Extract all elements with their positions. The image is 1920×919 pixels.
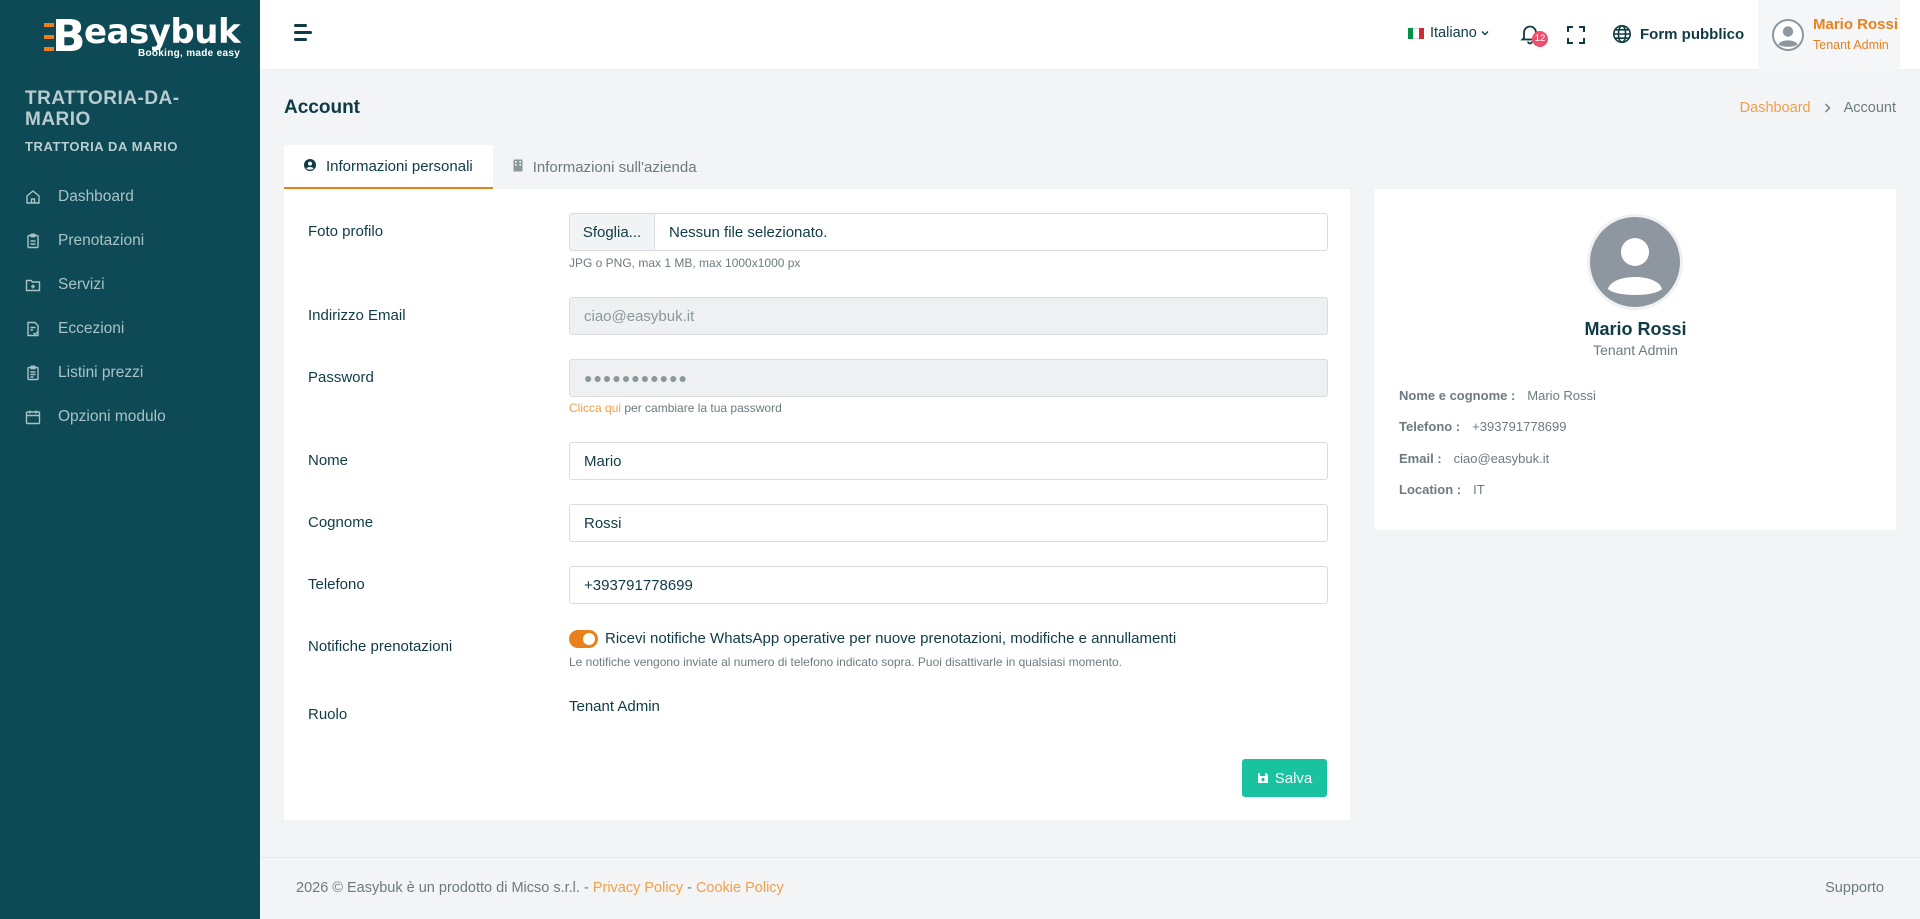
document-check-icon <box>25 321 41 337</box>
public-form-link[interactable]: Form pubblico <box>1612 24 1744 44</box>
tab-informazioni-personali[interactable]: Informazioni personali <box>284 145 493 189</box>
floppy-disk-icon <box>1257 773 1268 783</box>
sidebar-item-prenotazioni[interactable]: Prenotazioni <box>0 219 260 263</box>
toggle-label: Ricevi notifiche WhatsApp operative per … <box>605 630 1177 647</box>
public-form-label: Form pubblico <box>1640 25 1745 43</box>
profile-avatar <box>1587 214 1683 310</box>
account-tabs: Informazioni personali Informazioni sull… <box>284 145 717 189</box>
fullscreen-icon[interactable] <box>1566 25 1586 45</box>
clipboard-list-icon <box>25 365 41 381</box>
sidebar-item-dashboard[interactable]: Dashboard <box>0 175 260 219</box>
first-name-field[interactable]: Mario <box>569 442 1328 480</box>
user-role: Tenant Admin <box>1813 38 1889 52</box>
support-link[interactable]: Supporto <box>1825 880 1884 896</box>
password-field: ●●●●●●●●●●● <box>569 359 1328 397</box>
logo[interactable]: B easybuk Booking, made easy <box>44 12 241 59</box>
building-icon <box>513 159 523 176</box>
profile-row: Nome e cognome : Mario Rossi <box>1399 388 1596 403</box>
globe-icon <box>1613 25 1631 43</box>
avatar <box>1772 19 1804 51</box>
whatsapp-notifications-toggle[interactable] <box>569 630 598 648</box>
top-header: Italiano 12 Form pubblico Mario Rossi Te… <box>260 0 1920 70</box>
photo-file-input[interactable]: Sfoglia... Nessun file selezionato. <box>569 213 1328 251</box>
save-label: Salva <box>1274 769 1313 787</box>
breadcrumb-dashboard-link[interactable]: Dashboard <box>1740 100 1811 116</box>
breadcrumb: Dashboard Account <box>1740 100 1896 116</box>
language-selector[interactable]: Italiano <box>1408 25 1489 41</box>
phone-field[interactable]: +393791778699 <box>569 566 1328 604</box>
sidebar-nav: Dashboard Prenotazioni Servizi Eccezioni… <box>0 175 260 439</box>
clipboard-icon <box>25 233 41 249</box>
sidebar-item-eccezioni[interactable]: Eccezioni <box>0 307 260 351</box>
tenant-subtitle: TRATTORIA DA MARIO <box>25 139 179 154</box>
profile-row: Location : IT <box>1399 482 1485 497</box>
first-name-label: Nome <box>308 452 349 469</box>
last-name-field[interactable]: Rossi <box>569 504 1328 542</box>
profile-card: Mario Rossi Tenant Admin Nome e cognome … <box>1375 189 1896 530</box>
photo-hint: JPG o PNG, max 1 MB, max 1000x1000 px <box>569 256 801 270</box>
sidebar-item-label: Opzioni modulo <box>58 408 166 425</box>
sidebar-item-servizi[interactable]: Servizi <box>0 263 260 307</box>
tab-label: Informazioni personali <box>326 157 473 175</box>
personal-info-form: Foto profilo Sfoglia... Nessun file sele… <box>284 189 1350 820</box>
user-menu[interactable]: Mario Rossi Tenant Admin <box>1758 0 1900 70</box>
folder-plus-icon <box>25 277 41 293</box>
privacy-policy-link[interactable]: Privacy Policy <box>593 880 683 896</box>
sidebar-item-listini-prezzi[interactable]: Listini prezzi <box>0 351 260 395</box>
page-title: Account <box>284 97 360 118</box>
browse-button[interactable]: Sfoglia... <box>570 214 655 250</box>
last-name-label: Cognome <box>308 514 374 531</box>
tenant-name: TRATTORIA-DA-MARIO <box>25 88 180 130</box>
home-icon <box>25 189 41 205</box>
file-status: Nessun file selezionato. <box>669 223 828 241</box>
sidebar-item-label: Listini prezzi <box>58 364 144 381</box>
role-label: Ruolo <box>308 706 348 723</box>
breadcrumb-current: Account <box>1843 100 1896 116</box>
notification-badge: 12 <box>1532 31 1548 47</box>
chevron-down-icon <box>1481 25 1489 41</box>
sidebar-item-label: Dashboard <box>58 188 134 205</box>
chevron-right-icon <box>1824 101 1831 116</box>
notifications-label: Notifiche prenotazioni <box>308 638 453 655</box>
password-hint: Clicca qui per cambiare la tua password <box>569 401 782 415</box>
sidebar-item-opzioni-modulo[interactable]: Opzioni modulo <box>0 395 260 439</box>
save-button[interactable]: Salva <box>1242 759 1327 797</box>
change-password-link[interactable]: Clicca qui <box>569 401 621 415</box>
tab-informazioni-azienda[interactable]: Informazioni sull'azienda <box>493 145 717 189</box>
footer-copyright: 2026 © Easybuk è un prodotto di Micso s.… <box>296 880 784 896</box>
language-label: Italiano <box>1430 25 1477 41</box>
profile-row: Email : ciao@easybuk.it <box>1399 451 1550 466</box>
profile-row: Telefono : +393791778699 <box>1399 419 1567 434</box>
profile-name: Mario Rossi <box>1584 319 1687 339</box>
profile-role: Tenant Admin <box>1593 342 1678 358</box>
sidebar-item-label: Servizi <box>58 276 105 293</box>
logo-mark: B <box>44 14 86 59</box>
brand-name: easybuk <box>84 12 241 52</box>
sidebar-item-label: Eccezioni <box>58 320 125 337</box>
photo-label: Foto profilo <box>308 223 384 240</box>
email-field: ciao@easybuk.it <box>569 297 1328 335</box>
password-label: Password <box>308 369 374 386</box>
user-circle-icon <box>304 158 316 175</box>
sidebar: B easybuk Booking, made easy TRATTORIA-D… <box>0 0 260 919</box>
cookie-policy-link[interactable]: Cookie Policy <box>696 880 784 896</box>
italy-flag-icon <box>1408 27 1424 39</box>
phone-label: Telefono <box>308 576 365 593</box>
calendar-icon <box>25 409 41 425</box>
sidebar-item-label: Prenotazioni <box>58 232 145 249</box>
footer: 2026 © Easybuk è un prodotto di Micso s.… <box>260 857 1920 919</box>
email-label: Indirizzo Email <box>308 307 406 324</box>
role-value: Tenant Admin <box>569 698 660 715</box>
tab-label: Informazioni sull'azienda <box>532 158 697 176</box>
menu-toggle-icon[interactable] <box>294 24 314 44</box>
password-hint-text: per cambiare la tua password <box>621 401 782 415</box>
notifications-hint: Le notifiche vengono inviate al numero d… <box>569 655 1122 669</box>
user-name: Mario Rossi <box>1813 16 1899 33</box>
